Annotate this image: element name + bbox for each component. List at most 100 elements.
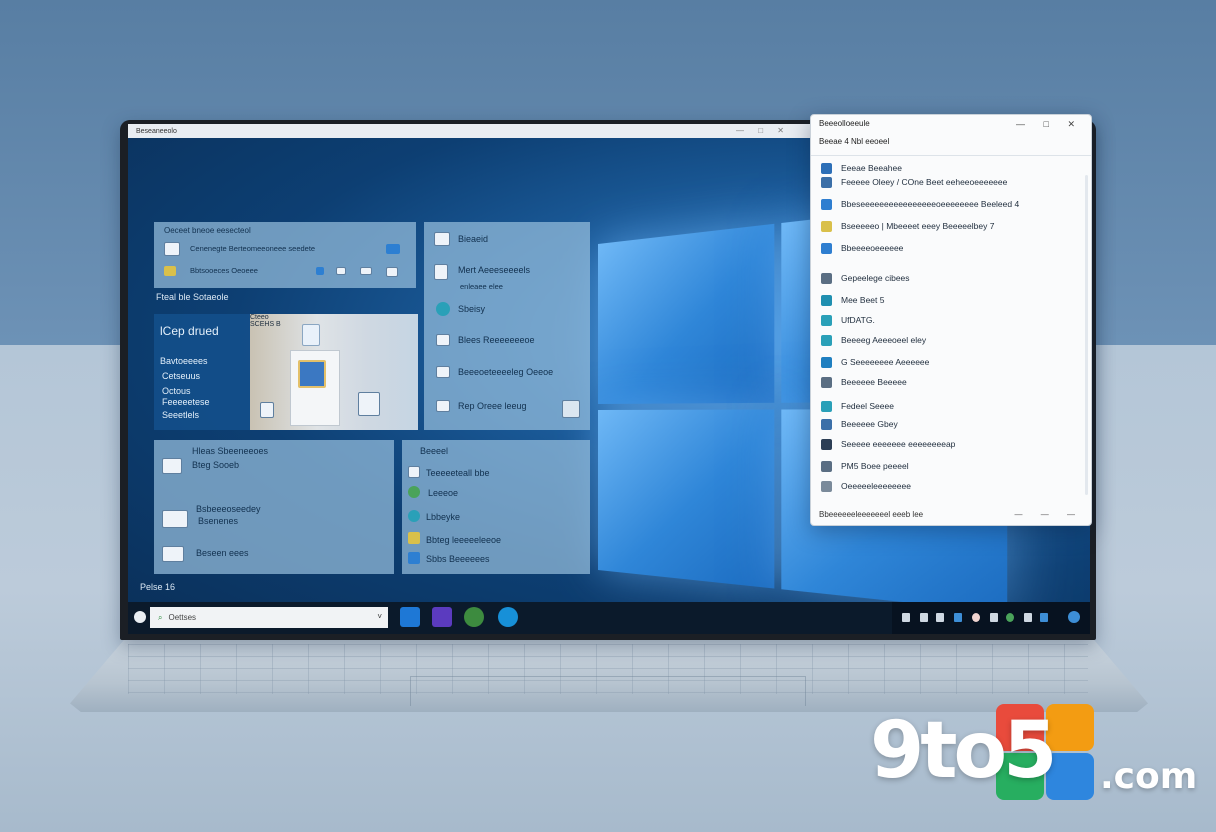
tray-icon[interactable]: [1040, 613, 1048, 622]
site-logo: 9to5 .com: [868, 700, 1198, 820]
app-icon: [821, 295, 832, 306]
list-item[interactable]: Bteg Sooeb: [192, 460, 239, 470]
list-item[interactable]: Bsenenes: [198, 516, 238, 526]
taskbar-app-mail[interactable]: [400, 607, 420, 627]
app-icon: [821, 419, 832, 430]
image-icon: [436, 366, 450, 378]
tray-icon[interactable]: [1006, 613, 1014, 622]
list-item[interactable]: Beeeoeteeeeleg Oeeoe: [458, 367, 553, 377]
app-icon: [821, 439, 832, 450]
list-item[interactable]: Leeeoe: [428, 488, 458, 498]
flyout-item-label: Gepeelege cibees: [841, 273, 910, 283]
laptop-icon: [162, 510, 188, 528]
folder-icon: [164, 266, 176, 276]
taskbar-app-store[interactable]: [432, 607, 452, 627]
tile-right-list[interactable]: Bieaeid Mert Aeeeseeeels enleaee elee Sb…: [424, 222, 590, 430]
app-icon: [408, 552, 420, 564]
tile-title: lCep drued: [160, 324, 219, 338]
flyout-item-label: Bseeeeeo | Mbeeeet eeey Beeeeelbey 7: [841, 221, 994, 231]
list-item[interactable]: Teeeeeteall bbe: [426, 468, 490, 478]
flyout-item[interactable]: Eeeae Beeahee: [821, 161, 902, 175]
app-icon: [821, 199, 832, 210]
flyout-item[interactable]: PM5 Boee peeeel: [821, 459, 909, 473]
window-icon: [386, 244, 400, 254]
tile-title: Hleas Sbeeneeoes: [192, 446, 268, 456]
flyout-item[interactable]: Feeeee Oleey / COne Beet eeheeoeeeeeee: [821, 175, 1007, 189]
scrollbar[interactable]: [1085, 175, 1088, 495]
list-item[interactable]: Sbeisy: [458, 304, 485, 314]
list-item[interactable]: Bieaeid: [458, 234, 488, 244]
star-icon: [408, 532, 420, 544]
chevron-down-icon[interactable]: ˅: [377, 612, 382, 621]
app-icon: [336, 267, 346, 275]
window-icon: [162, 546, 184, 562]
settings-icon[interactable]: [562, 400, 580, 418]
tray-icon[interactable]: [902, 613, 910, 622]
tray-icon[interactable]: [936, 613, 944, 622]
app-icon: [298, 360, 326, 388]
flyout-footer: Bbeeeeeeleeeeeeel eeeb lee: [819, 510, 923, 519]
app-icon: [821, 481, 832, 492]
list-item[interactable]: Bbteg leeeeeleeoe: [426, 535, 501, 545]
list-item[interactable]: Rep Oreee leeug: [458, 401, 527, 411]
photo-tile[interactable]: Cteeo SCEHS B: [250, 314, 418, 430]
logo-pane: [598, 224, 774, 404]
taskbar-app-edge[interactable]: [498, 607, 518, 627]
tile-line: Cetseuus: [162, 371, 200, 381]
tray-icon[interactable]: [1024, 613, 1032, 622]
flyout-item[interactable]: Beeeeee Beeeee: [821, 375, 907, 389]
tile-blue[interactable]: lCep drued Bavtoeeees Cetseuus Octous Fe…: [154, 314, 250, 430]
flyout-item[interactable]: Bbeeeeoeeeeee: [821, 241, 903, 255]
window-controls[interactable]: — □ ✕: [736, 126, 790, 135]
flyout-item[interactable]: Seeeee eeeeeee eeeeeeeeap: [821, 437, 955, 451]
flyout-footer-controls[interactable]: — — —: [1015, 510, 1083, 519]
flyout-item[interactable]: Gepeelege cibees: [821, 271, 910, 285]
flyout-item[interactable]: Fedeel Seeee: [821, 399, 894, 413]
list-item[interactable]: Sbbs Beeeeees: [426, 554, 490, 564]
flyout-item[interactable]: Bseeeeeo | Mbeeeet eeey Beeeeelbey 7: [821, 219, 994, 233]
start-icon[interactable]: [134, 611, 146, 623]
app-icon: [386, 267, 398, 277]
section-label: Fteal ble Sotaeole: [156, 292, 229, 302]
taskbar-app-browser[interactable]: [464, 607, 484, 627]
search-input[interactable]: ⌕ Oettses ˅: [150, 607, 388, 628]
list-item[interactable]: Mert Aeeeseeeels: [458, 265, 530, 275]
tile-bottom-left[interactable]: Hleas Sbeeneeoes Bteg Sooeb Bsbeeeoseede…: [154, 440, 394, 574]
system-tray: [892, 602, 1090, 634]
flyout-item-label: Fedeel Seeee: [841, 401, 894, 411]
tile-line: Seeetlels: [162, 410, 199, 420]
calendar-icon: [162, 458, 182, 474]
globe-icon: [436, 302, 450, 316]
flyout-item-label: Beeeeee Gbey: [841, 419, 898, 429]
flyout-item[interactable]: Oeeeeeleeeeeeee: [821, 479, 911, 493]
music-icon: [408, 486, 420, 498]
flyout-item-label: Bbeeeeoeeeeee: [841, 243, 903, 253]
clock-icon: [434, 232, 450, 246]
tray-icon[interactable]: [920, 613, 928, 622]
list-item[interactable]: Beseen eees: [196, 548, 249, 558]
list-item[interactable]: Bsbeeeoseedey: [196, 504, 261, 514]
notification-icon[interactable]: [1068, 611, 1080, 623]
tray-icon[interactable]: [954, 613, 962, 622]
flyout-item[interactable]: Beeeeee Gbey: [821, 417, 898, 431]
flyout-item[interactable]: Beeeeg Aeeeoeel eley: [821, 333, 926, 347]
list-item[interactable]: enleaee elee: [460, 282, 503, 291]
flyout-item-label: Eeeae Beeahee: [841, 163, 902, 173]
app-icon: [821, 335, 832, 346]
photo-caption: Cteeo: [250, 314, 418, 321]
tile-line: Cenenegte Berteomeeoneee seedete: [190, 244, 315, 253]
flyout-item[interactable]: Bbeseeeeeeeeeeeeeeeeoeeeeeeee Beeleed 4: [821, 197, 1019, 211]
list-item[interactable]: Blees Reeeeeeeoe: [458, 335, 535, 345]
app-icon: [821, 377, 832, 388]
tile-top-left[interactable]: Oeceet bneoe eesecteol Cenenegte Berteom…: [154, 222, 416, 288]
tile-bottom-right[interactable]: Beeeel Teeeeeteall bbe Leeeoe Lbbeyke Bb…: [402, 440, 590, 574]
flyout-item-label: PM5 Boee peeeel: [841, 461, 909, 471]
tray-icon[interactable]: [972, 613, 980, 622]
flyout-item[interactable]: UfDATG.: [821, 313, 875, 327]
flyout-window-controls[interactable]: — □ ✕: [1016, 119, 1083, 130]
tray-icon[interactable]: [990, 613, 998, 622]
file-icon: [260, 402, 274, 418]
list-item[interactable]: Lbbeyke: [426, 512, 460, 522]
flyout-item[interactable]: G Seeeeeeee Aeeeeee: [821, 355, 929, 369]
flyout-item[interactable]: Mee Beet 5: [821, 293, 884, 307]
